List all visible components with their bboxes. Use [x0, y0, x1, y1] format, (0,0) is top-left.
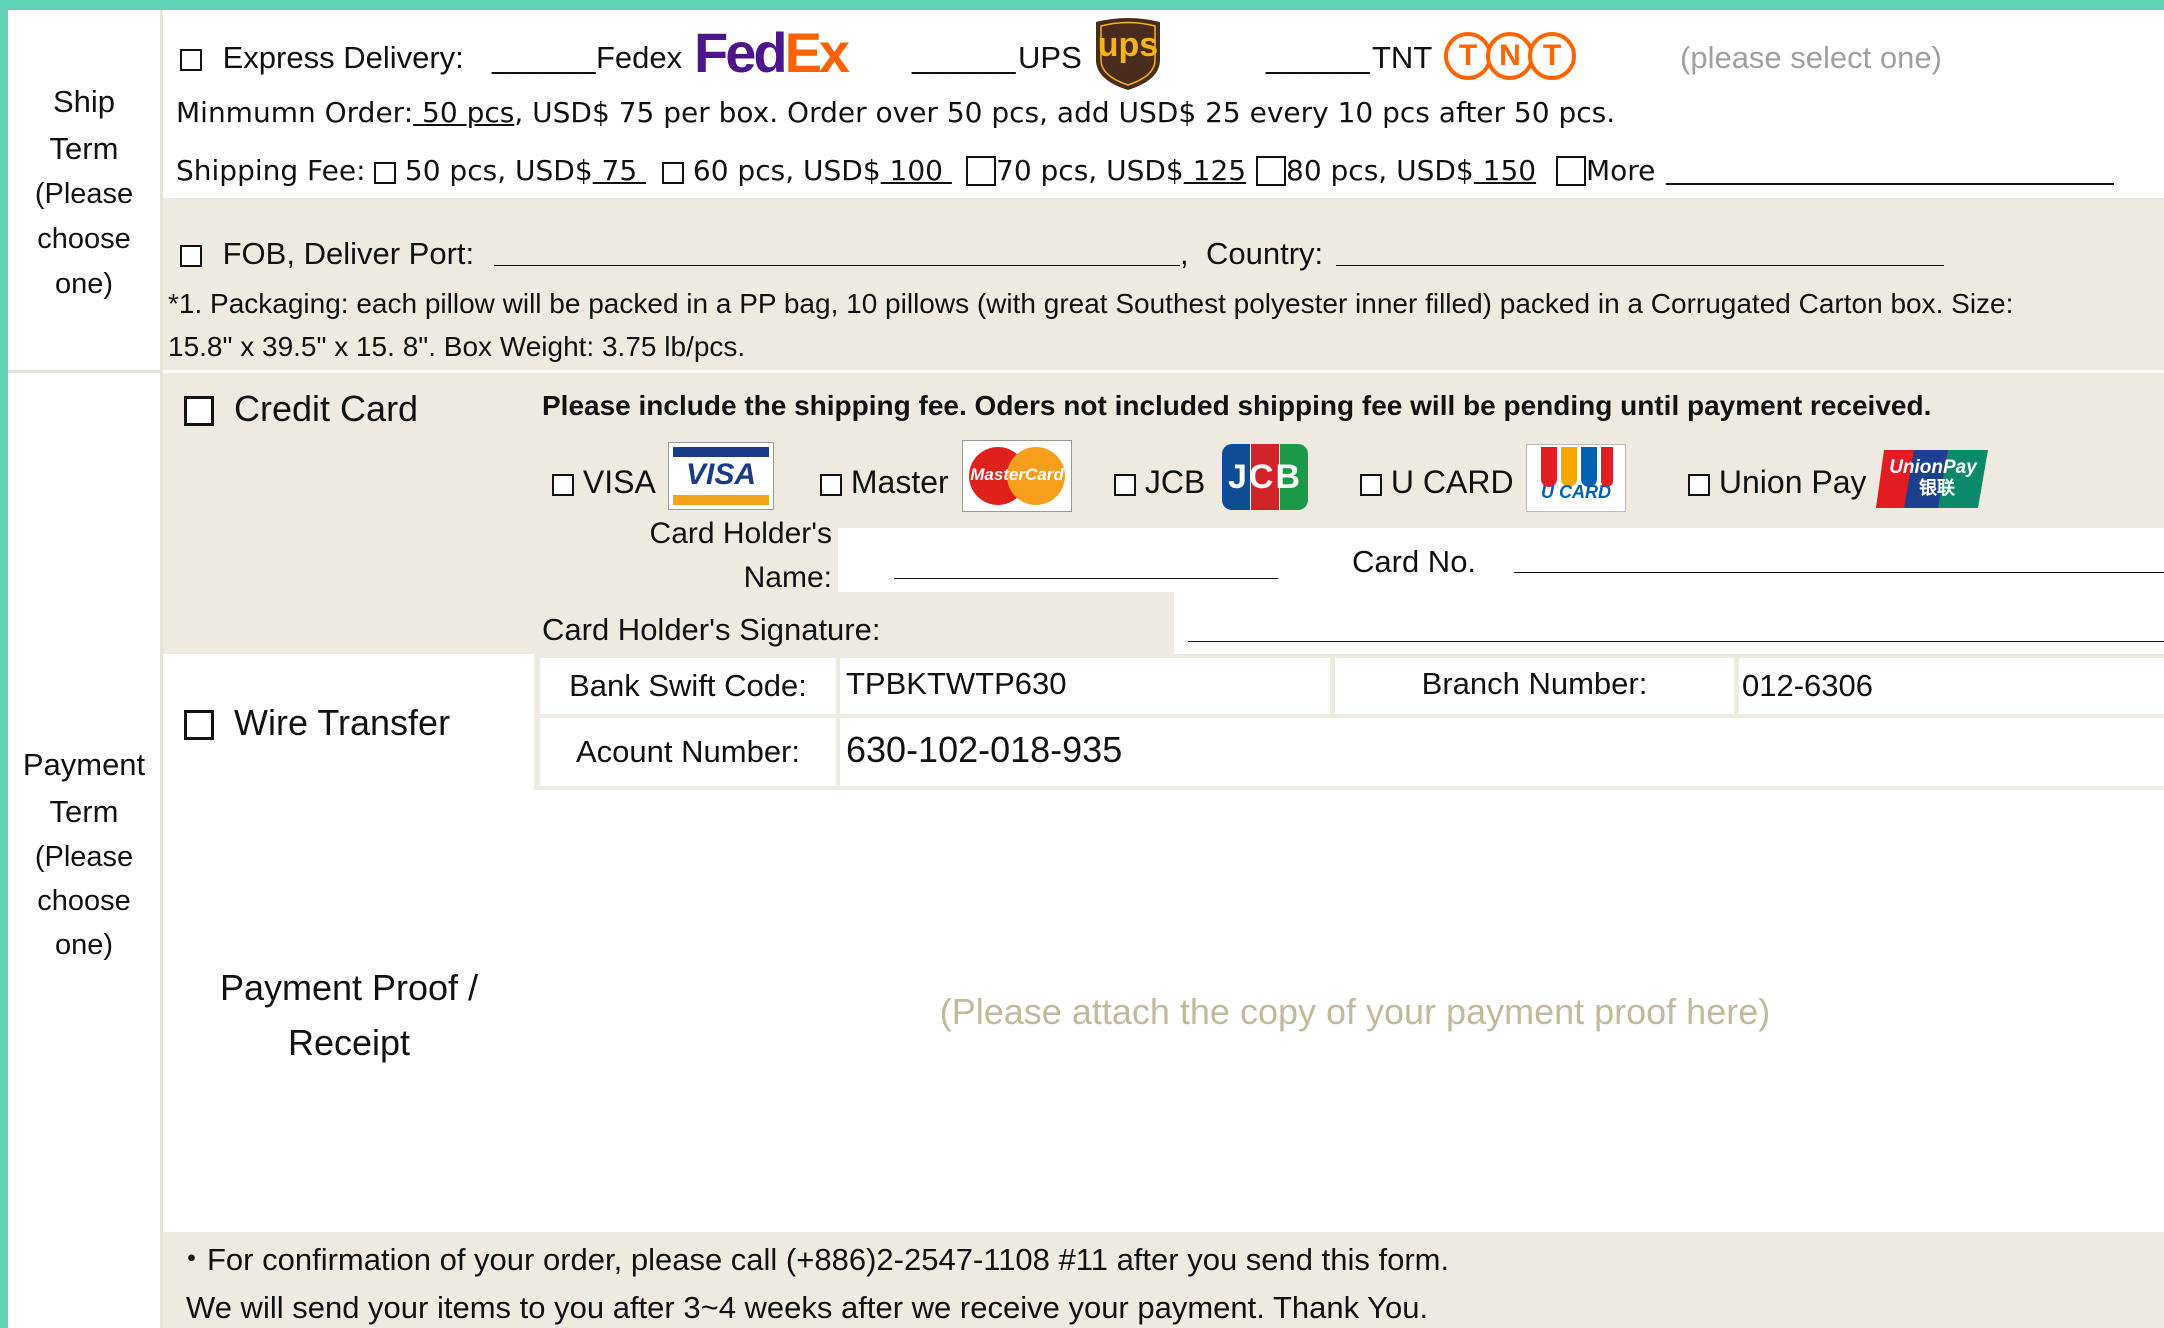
ucard-checkbox[interactable]	[1360, 474, 1382, 496]
express-delivery-checkbox[interactable]	[180, 49, 202, 71]
wire-transfer-checkbox[interactable]	[184, 710, 214, 740]
master-checkbox[interactable]	[820, 474, 842, 496]
fedex-blank[interactable]: ______	[492, 36, 595, 80]
packaging-note-line-1: *1. Packaging: each pillow will be packe…	[168, 288, 2014, 319]
left-frame-border	[0, 0, 8, 1328]
fedex-logo-icon: FedEx	[694, 21, 850, 84]
fee-70-checkbox[interactable]	[966, 156, 996, 186]
fee-more-blank-line[interactable]	[1666, 183, 2114, 185]
visa-checkbox[interactable]	[552, 474, 574, 496]
express-delivery-row: Express Delivery:	[180, 36, 464, 80]
tnt-label: TNT	[1372, 40, 1433, 75]
ucard-option[interactable]: U CARD	[1360, 460, 1514, 504]
card-holder-name-box	[838, 528, 1334, 592]
section-divider	[8, 370, 163, 373]
express-delivery-label: Express Delivery:	[222, 40, 464, 75]
payment-term-label: Payment Term (Please choose one)	[22, 747, 146, 961]
payment-proof-attach-hint[interactable]: (Please attach the copy of your payment …	[720, 988, 1990, 1036]
tnt-logo-icon: TNT	[1444, 32, 1576, 82]
fee-option-60[interactable]: 60 pcs, USD$ 100	[662, 150, 952, 192]
fee-60-checkbox[interactable]	[662, 162, 684, 184]
visa-logo-icon: VISA	[668, 442, 774, 510]
mastercard-logo-icon: MasterCard	[962, 440, 1072, 512]
account-number-label: Acount Number:	[576, 734, 800, 769]
ups-blank[interactable]: ______	[912, 36, 1015, 80]
tnt-blank[interactable]: ______	[1266, 36, 1369, 80]
signature-label: Card Holder's Signature:	[542, 612, 881, 647]
master-option[interactable]: Master	[820, 460, 949, 504]
jcb-logo-icon: JCB	[1222, 444, 1308, 510]
unionpay-logo-icon: UnionPay 银联	[1874, 448, 1990, 510]
jcb-option[interactable]: JCB	[1114, 460, 1205, 504]
fee-option-50[interactable]: 50 pcs, USD$ 75	[374, 150, 646, 192]
credit-card-option[interactable]: Credit Card	[184, 384, 418, 434]
fee-50-checkbox[interactable]	[374, 162, 396, 184]
unionpay-option[interactable]: Union Pay	[1688, 460, 1867, 504]
fee-more-checkbox[interactable]	[1556, 156, 1586, 186]
fob-row: FOB, Deliver Port:	[180, 232, 474, 276]
ucard-logo-icon: U CARD	[1526, 444, 1626, 512]
fee-option-70[interactable]: 70 pcs, USD$ 125	[966, 150, 1246, 192]
shipping-fee-label: Shipping Fee:	[176, 154, 366, 187]
top-frame-border	[0, 0, 2164, 10]
account-number-value: 630-102-018-935	[846, 729, 1123, 770]
payment-proof-label: Payment Proof / Receipt	[219, 967, 479, 1063]
fedex-label: Fedex	[596, 40, 683, 75]
deliver-port-blank-line[interactable]	[494, 265, 1180, 266]
swift-code-value: TPBKTWTP630	[846, 666, 1067, 701]
fee-option-80[interactable]: 80 pcs, USD$ 150	[1256, 150, 1536, 192]
jcb-checkbox[interactable]	[1114, 474, 1136, 496]
signature-line[interactable]	[1188, 641, 2164, 642]
fee-80-checkbox[interactable]	[1256, 156, 1286, 186]
footer-delivery-line: We will send your items to you after 3~4…	[186, 1290, 1429, 1325]
card-no-box	[1500, 528, 2164, 592]
minimum-order-text: Minmumn Order: 50 pcs, USD$ 75 per box. …	[176, 96, 1616, 129]
card-holder-name-label: Card Holder's Name:	[649, 520, 832, 592]
signature-box	[1174, 592, 2164, 654]
ship-term-label: Ship Term (Please choose one)	[34, 84, 134, 300]
swift-code-label: Bank Swift Code:	[569, 668, 807, 703]
ups-label: UPS	[1018, 40, 1082, 75]
country-blank-line[interactable]	[1336, 265, 1944, 266]
fee-option-more[interactable]: More	[1556, 150, 1655, 192]
ups-logo-icon: ups	[1092, 16, 1164, 92]
visa-option[interactable]: VISA	[552, 460, 656, 504]
wire-transfer-option[interactable]: Wire Transfer	[184, 698, 450, 748]
select-one-hint: (please select one)	[1680, 40, 1942, 75]
shipping-fee-notice: Please include the shipping fee. Oders n…	[542, 390, 1932, 421]
fob-checkbox[interactable]	[180, 245, 202, 267]
fob-comma: ,	[1180, 236, 1189, 271]
packaging-note-line-2: 15.8" x 39.5" x 15. 8". Box Weight: 3.75…	[168, 331, 746, 362]
country-label: Country:	[1206, 236, 1324, 271]
unionpay-checkbox[interactable]	[1688, 474, 1710, 496]
branch-number-value: 012-6306	[1742, 668, 1874, 703]
branch-number-label: Branch Number:	[1421, 666, 1648, 701]
card-holder-name-line[interactable]	[894, 578, 1278, 579]
card-no-label: Card No.	[1352, 544, 1477, 579]
card-no-line[interactable]	[1514, 572, 2164, 573]
credit-card-checkbox[interactable]	[184, 396, 214, 426]
footer-confirmation-line: ・For confirmation of your order, please …	[176, 1242, 1450, 1277]
